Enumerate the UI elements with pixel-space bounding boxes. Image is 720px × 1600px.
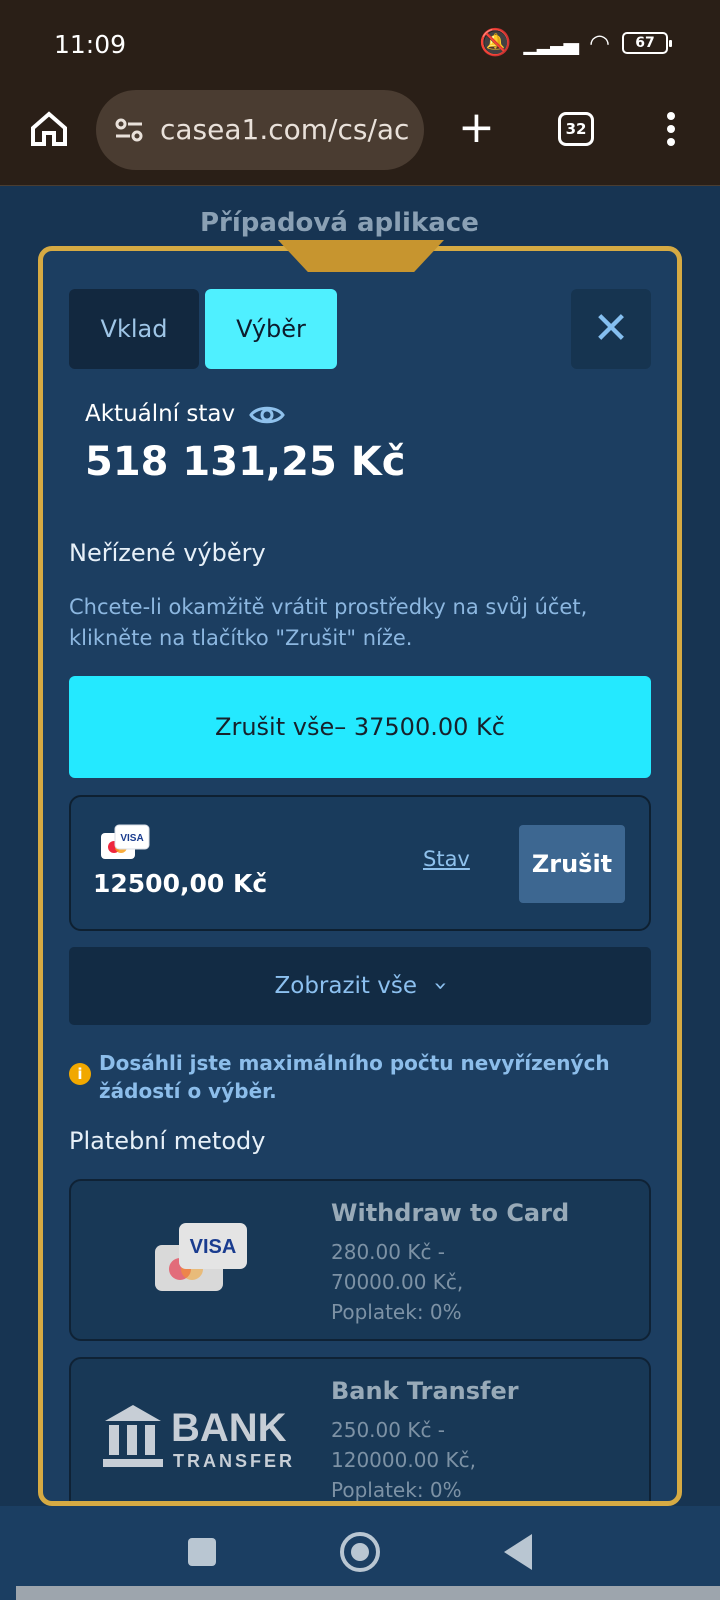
browser-toolbar: casea1.com/cs/ac + 32 <box>0 88 720 186</box>
browser-menu-icon[interactable] <box>666 112 676 148</box>
visa-label: VISA <box>120 833 143 844</box>
back-triangle-icon[interactable] <box>504 1534 532 1570</box>
background-page-title: Případová aplikace <box>200 208 479 238</box>
withdrawal-modal: Vklad Výběr ✕ Aktuální stav 518 131,25 K… <box>38 246 682 1506</box>
close-icon[interactable]: ✕ <box>571 289 651 369</box>
tab-withdraw[interactable]: Výběr <box>205 289 337 369</box>
method-range-max: 120000.00 Kč, <box>331 1448 476 1472</box>
warning-message: Dosáhli jste maximálního počtu nevyřízen… <box>99 1051 610 1103</box>
url-bar[interactable]: casea1.com/cs/ac <box>96 90 424 170</box>
visa-label: VISA <box>190 1236 237 1258</box>
cancel-all-button[interactable]: Zrušit vše– 37500.00 Kč <box>69 676 651 778</box>
visa-card-icon: VISA <box>101 824 150 859</box>
chevron-down-icon: › <box>427 981 454 991</box>
method-fee: Poplatek: 0% <box>331 1300 462 1324</box>
method-name: Withdraw to Card <box>331 1199 570 1227</box>
tab-count-button[interactable]: 32 <box>558 112 594 146</box>
bell-muted-icon: 🔕 <box>479 28 512 58</box>
request-amount: 12500,00 Kč <box>93 869 268 898</box>
balance-value: 518 131,25 Kč <box>85 439 406 485</box>
method-range: 280.00 Kč - 70000.00 Kč, Poplatek: 0% <box>331 1237 631 1327</box>
status-time: 11:09 <box>54 30 127 59</box>
url-text: casea1.com/cs/ac <box>160 113 410 146</box>
transfer-label: TRANSFER <box>173 1451 295 1471</box>
method-name: Bank Transfer <box>331 1377 519 1405</box>
status-link[interactable]: Stav <box>423 847 470 871</box>
status-icons: 🔕 ▁▂▃▄ ◠ 67 <box>479 28 672 58</box>
payment-method-card[interactable]: BANK TRANSFER Bank Transfer 250.00 Kč - … <box>69 1357 651 1502</box>
battery-icon: 67 <box>622 32 672 54</box>
tab-deposit[interactable]: Vklad <box>69 289 199 369</box>
new-tab-button[interactable]: + <box>458 102 495 154</box>
payment-methods-title: Platební metody <box>69 1127 266 1155</box>
pending-description: Chcete-li okamžitě vrátit prostředky na … <box>69 595 588 650</box>
method-range-min: 280.00 Kč - <box>331 1240 446 1264</box>
gesture-handle <box>16 1586 720 1600</box>
warning-icon: i <box>69 1063 91 1085</box>
method-fee: Poplatek: 0% <box>331 1478 462 1502</box>
show-all-button[interactable]: Zobrazit vše › <box>69 947 651 1025</box>
payment-method-card[interactable]: VISA Withdraw to Card 280.00 Kč - 70000.… <box>69 1179 651 1341</box>
method-range-min: 250.00 Kč - <box>331 1418 446 1442</box>
visa-card-icon: VISA <box>155 1223 247 1291</box>
bank-label: BANK <box>171 1406 287 1450</box>
pending-withdrawals-title: Neřízené výběry <box>69 539 266 567</box>
wifi-icon: ◠ <box>589 29 610 57</box>
eye-icon[interactable] <box>249 403 285 427</box>
balance-label: Aktuální stav <box>85 401 236 427</box>
method-range: 250.00 Kč - 120000.00 Kč, Poplatek: 0% <box>331 1415 631 1502</box>
cancel-request-button[interactable]: Zrušit <box>519 825 625 903</box>
status-bar: 11:09 🔕 ▁▂▃▄ ◠ 67 <box>0 0 720 88</box>
recents-square-icon[interactable] <box>188 1538 216 1566</box>
pending-request-card: VISA 12500,00 Kč Stav Zrušit <box>69 795 651 931</box>
bank-transfer-icon: BANK TRANSFER <box>103 1405 295 1471</box>
site-settings-icon[interactable] <box>114 118 144 142</box>
method-range-max: 70000.00 Kč, <box>331 1270 464 1294</box>
home-circle-icon[interactable] <box>340 1532 380 1572</box>
signal-icon: ▁▂▃▄ <box>523 31 580 55</box>
home-icon[interactable] <box>28 108 70 150</box>
show-all-label: Zobrazit vše <box>274 973 417 999</box>
